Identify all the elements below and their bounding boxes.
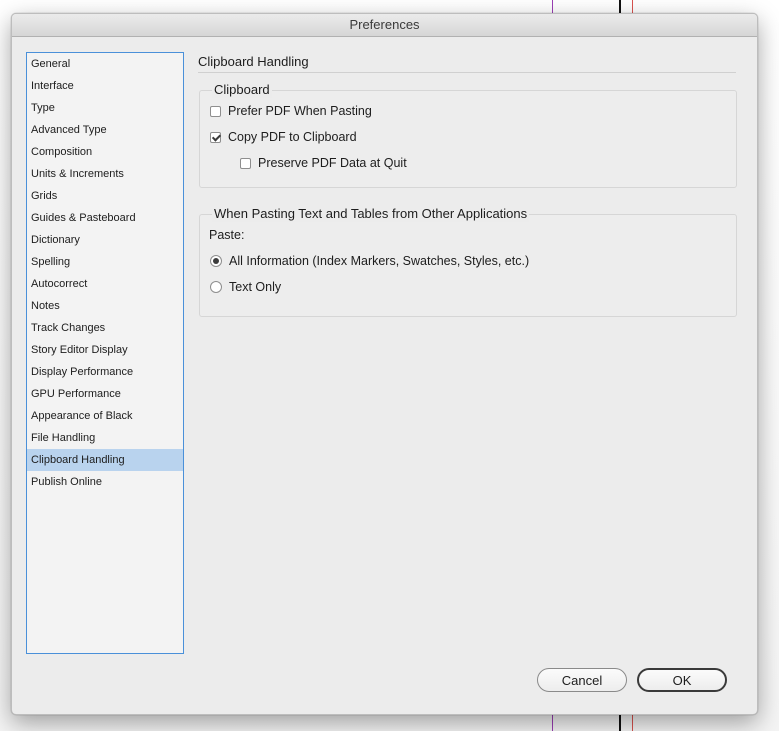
sidebar-item-spelling[interactable]: Spelling xyxy=(27,251,183,273)
sidebar-item-units-increments[interactable]: Units & Increments xyxy=(27,163,183,185)
sidebar-item-track-changes[interactable]: Track Changes xyxy=(27,317,183,339)
clipboard-group-legend: Clipboard xyxy=(212,82,272,98)
preferences-dialog: Preferences General Interface Type Advan… xyxy=(11,13,758,715)
ok-button[interactable]: OK xyxy=(637,668,727,692)
prefer-pdf-label: Prefer PDF When Pasting xyxy=(228,104,372,118)
sidebar-item-publish-online[interactable]: Publish Online xyxy=(27,471,183,493)
cancel-button[interactable]: Cancel xyxy=(537,668,627,692)
sidebar-item-clipboard-handling[interactable]: Clipboard Handling xyxy=(27,449,183,471)
all-information-label: All Information (Index Markers, Swatches… xyxy=(229,254,530,268)
sidebar-item-interface[interactable]: Interface xyxy=(27,75,183,97)
sidebar-item-appearance-of-black[interactable]: Appearance of Black xyxy=(27,405,183,427)
all-information-option[interactable]: All Information (Index Markers, Swatches… xyxy=(210,253,529,269)
pasting-group-legend: When Pasting Text and Tables from Other … xyxy=(212,206,530,222)
text-only-label: Text Only xyxy=(229,280,282,294)
text-only-radio[interactable] xyxy=(210,281,222,293)
sidebar-item-general[interactable]: General xyxy=(27,53,183,75)
prefer-pdf-option[interactable]: Prefer PDF When Pasting xyxy=(210,103,372,119)
sidebar-item-grids[interactable]: Grids xyxy=(27,185,183,207)
preferences-panel: Clipboard Handling Clipboard Prefer PDF … xyxy=(198,52,738,317)
pasting-group: When Pasting Text and Tables from Other … xyxy=(199,206,737,317)
preserve-pdf-option[interactable]: Preserve PDF Data at Quit xyxy=(240,155,407,171)
sidebar-item-dictionary[interactable]: Dictionary xyxy=(27,229,183,251)
sidebar-item-file-handling[interactable]: File Handling xyxy=(27,427,183,449)
sidebar-item-type[interactable]: Type xyxy=(27,97,183,119)
clipboard-group: Clipboard Prefer PDF When Pasting Copy P… xyxy=(199,82,737,188)
preserve-pdf-label: Preserve PDF Data at Quit xyxy=(258,156,407,170)
copy-pdf-option[interactable]: Copy PDF to Clipboard xyxy=(210,129,357,145)
all-information-radio[interactable] xyxy=(210,255,222,267)
dialog-title: Preferences xyxy=(12,14,757,37)
sidebar-item-composition[interactable]: Composition xyxy=(27,141,183,163)
copy-pdf-label: Copy PDF to Clipboard xyxy=(228,130,357,144)
sidebar-item-notes[interactable]: Notes xyxy=(27,295,183,317)
panel-title: Clipboard Handling xyxy=(198,52,736,73)
sidebar-item-guides-pasteboard[interactable]: Guides & Pasteboard xyxy=(27,207,183,229)
prefer-pdf-checkbox[interactable] xyxy=(210,105,221,117)
copy-pdf-checkbox[interactable] xyxy=(210,131,221,143)
text-only-option[interactable]: Text Only xyxy=(210,279,281,295)
paste-label: Paste: xyxy=(209,228,245,242)
sidebar-item-autocorrect[interactable]: Autocorrect xyxy=(27,273,183,295)
sidebar-item-display-performance[interactable]: Display Performance xyxy=(27,361,183,383)
preferences-category-list[interactable]: General Interface Type Advanced Type Com… xyxy=(26,52,184,654)
sidebar-item-gpu-performance[interactable]: GPU Performance xyxy=(27,383,183,405)
sidebar-item-advanced-type[interactable]: Advanced Type xyxy=(27,119,183,141)
preserve-pdf-checkbox[interactable] xyxy=(240,157,251,169)
sidebar-item-story-editor-display[interactable]: Story Editor Display xyxy=(27,339,183,361)
